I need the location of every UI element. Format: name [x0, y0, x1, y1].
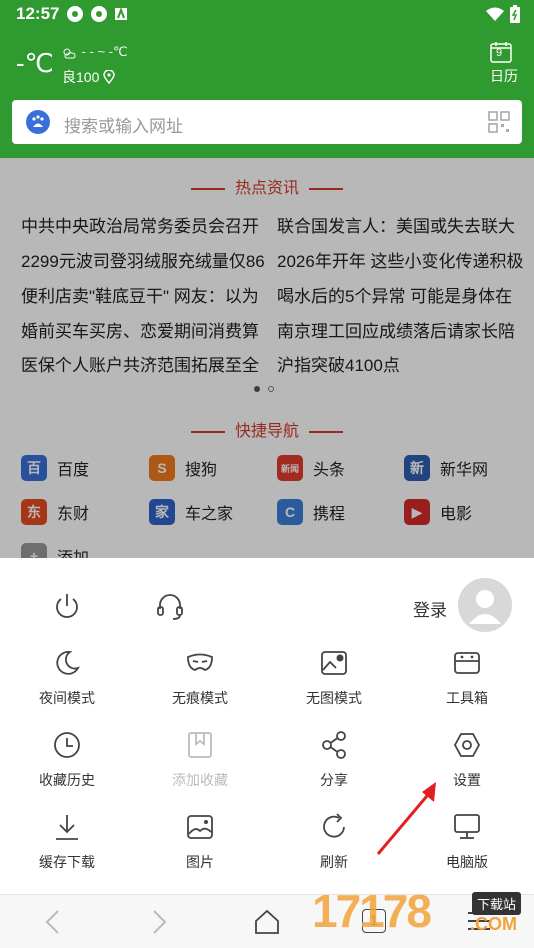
calendar-button[interactable]: 9	[484, 40, 518, 69]
notification-icon	[67, 6, 83, 22]
menu-item-label: 图片	[186, 854, 214, 870]
weather-detail[interactable]: - - ~ -℃	[62, 44, 128, 60]
search-input[interactable]: 搜索或输入网址	[64, 112, 183, 137]
menu-item-label: 收藏历史	[39, 772, 95, 788]
refresh-icon	[323, 813, 345, 838]
toolbox-icon	[454, 652, 480, 674]
weather-temp[interactable]: -℃	[16, 48, 54, 79]
user-icon	[469, 590, 501, 624]
cloud-sun-icon	[63, 48, 76, 59]
app-notification-icon	[115, 7, 127, 20]
share-icon	[322, 731, 346, 759]
qr-scan-icon[interactable]	[488, 111, 510, 133]
bookmark-icon	[188, 732, 212, 758]
menu-item-label: 添加收藏	[172, 772, 228, 788]
menu-item-label: 刷新	[320, 854, 348, 870]
location-icon	[103, 70, 116, 84]
menu-item: 添加收藏	[133, 730, 267, 790]
watermark-logo: 17178	[312, 885, 432, 937]
calendar-label: 日历	[490, 68, 518, 84]
calendar-day: 9	[496, 47, 503, 59]
mask-icon	[187, 653, 213, 671]
menu-item[interactable]: 工具箱	[400, 648, 534, 708]
menu-item[interactable]: 收藏历史	[0, 730, 134, 790]
header: 12:57 -℃ - - ~ -℃ 良100 9 日历 搜索或输入网址	[0, 0, 534, 158]
watermark-badge: 下载站	[472, 892, 522, 915]
weather-range: - - ~ -℃	[81, 44, 128, 59]
dim-overlay[interactable]	[0, 158, 534, 558]
baidu-icon	[26, 110, 50, 134]
power-icon[interactable]	[52, 591, 82, 621]
battery-icon	[510, 5, 520, 23]
status-icons-right	[486, 5, 520, 23]
wifi-icon	[486, 7, 504, 21]
notification-icon	[91, 6, 107, 22]
status-time: 12:57	[16, 4, 60, 23]
menu-item-label: 无痕模式	[172, 690, 228, 706]
menu-item-label: 缓存下载	[39, 854, 95, 870]
home-icon[interactable]	[253, 909, 281, 935]
forward-icon[interactable]	[148, 909, 170, 935]
status-icons-left	[66, 5, 128, 23]
download-icon	[56, 815, 78, 840]
watermark-domain: .COM	[470, 914, 517, 934]
menu-item[interactable]: 图片	[133, 812, 267, 872]
no-image-icon	[321, 651, 347, 675]
settings-icon	[453, 733, 481, 757]
menu-item[interactable]: 缓存下载	[0, 812, 134, 872]
bottom-toolbar: 1	[0, 894, 534, 948]
status-bar: 12:57	[0, 0, 534, 28]
moon-icon	[56, 651, 80, 675]
annotation-arrow	[376, 782, 436, 855]
weather-aqi[interactable]: 良100	[62, 67, 116, 87]
menu-item[interactable]: 无图模式	[267, 648, 401, 708]
menu-item-label: 无图模式	[306, 690, 362, 706]
image-icon	[187, 815, 213, 839]
menu-item-label: 工具箱	[446, 690, 488, 706]
headset-icon[interactable]	[155, 591, 185, 621]
login-link[interactable]: 登录	[413, 596, 447, 621]
menu-item[interactable]: 无痕模式	[133, 648, 267, 708]
menu-item-label: 分享	[320, 772, 348, 788]
clock-icon	[54, 732, 80, 758]
search-bar[interactable]: 搜索或输入网址	[12, 100, 522, 144]
menu-item[interactable]: 夜间模式	[0, 648, 134, 708]
avatar[interactable]	[458, 578, 512, 632]
aqi-label: 良100	[62, 69, 100, 85]
menu-item-label: 夜间模式	[39, 690, 95, 706]
back-icon[interactable]	[42, 909, 64, 935]
